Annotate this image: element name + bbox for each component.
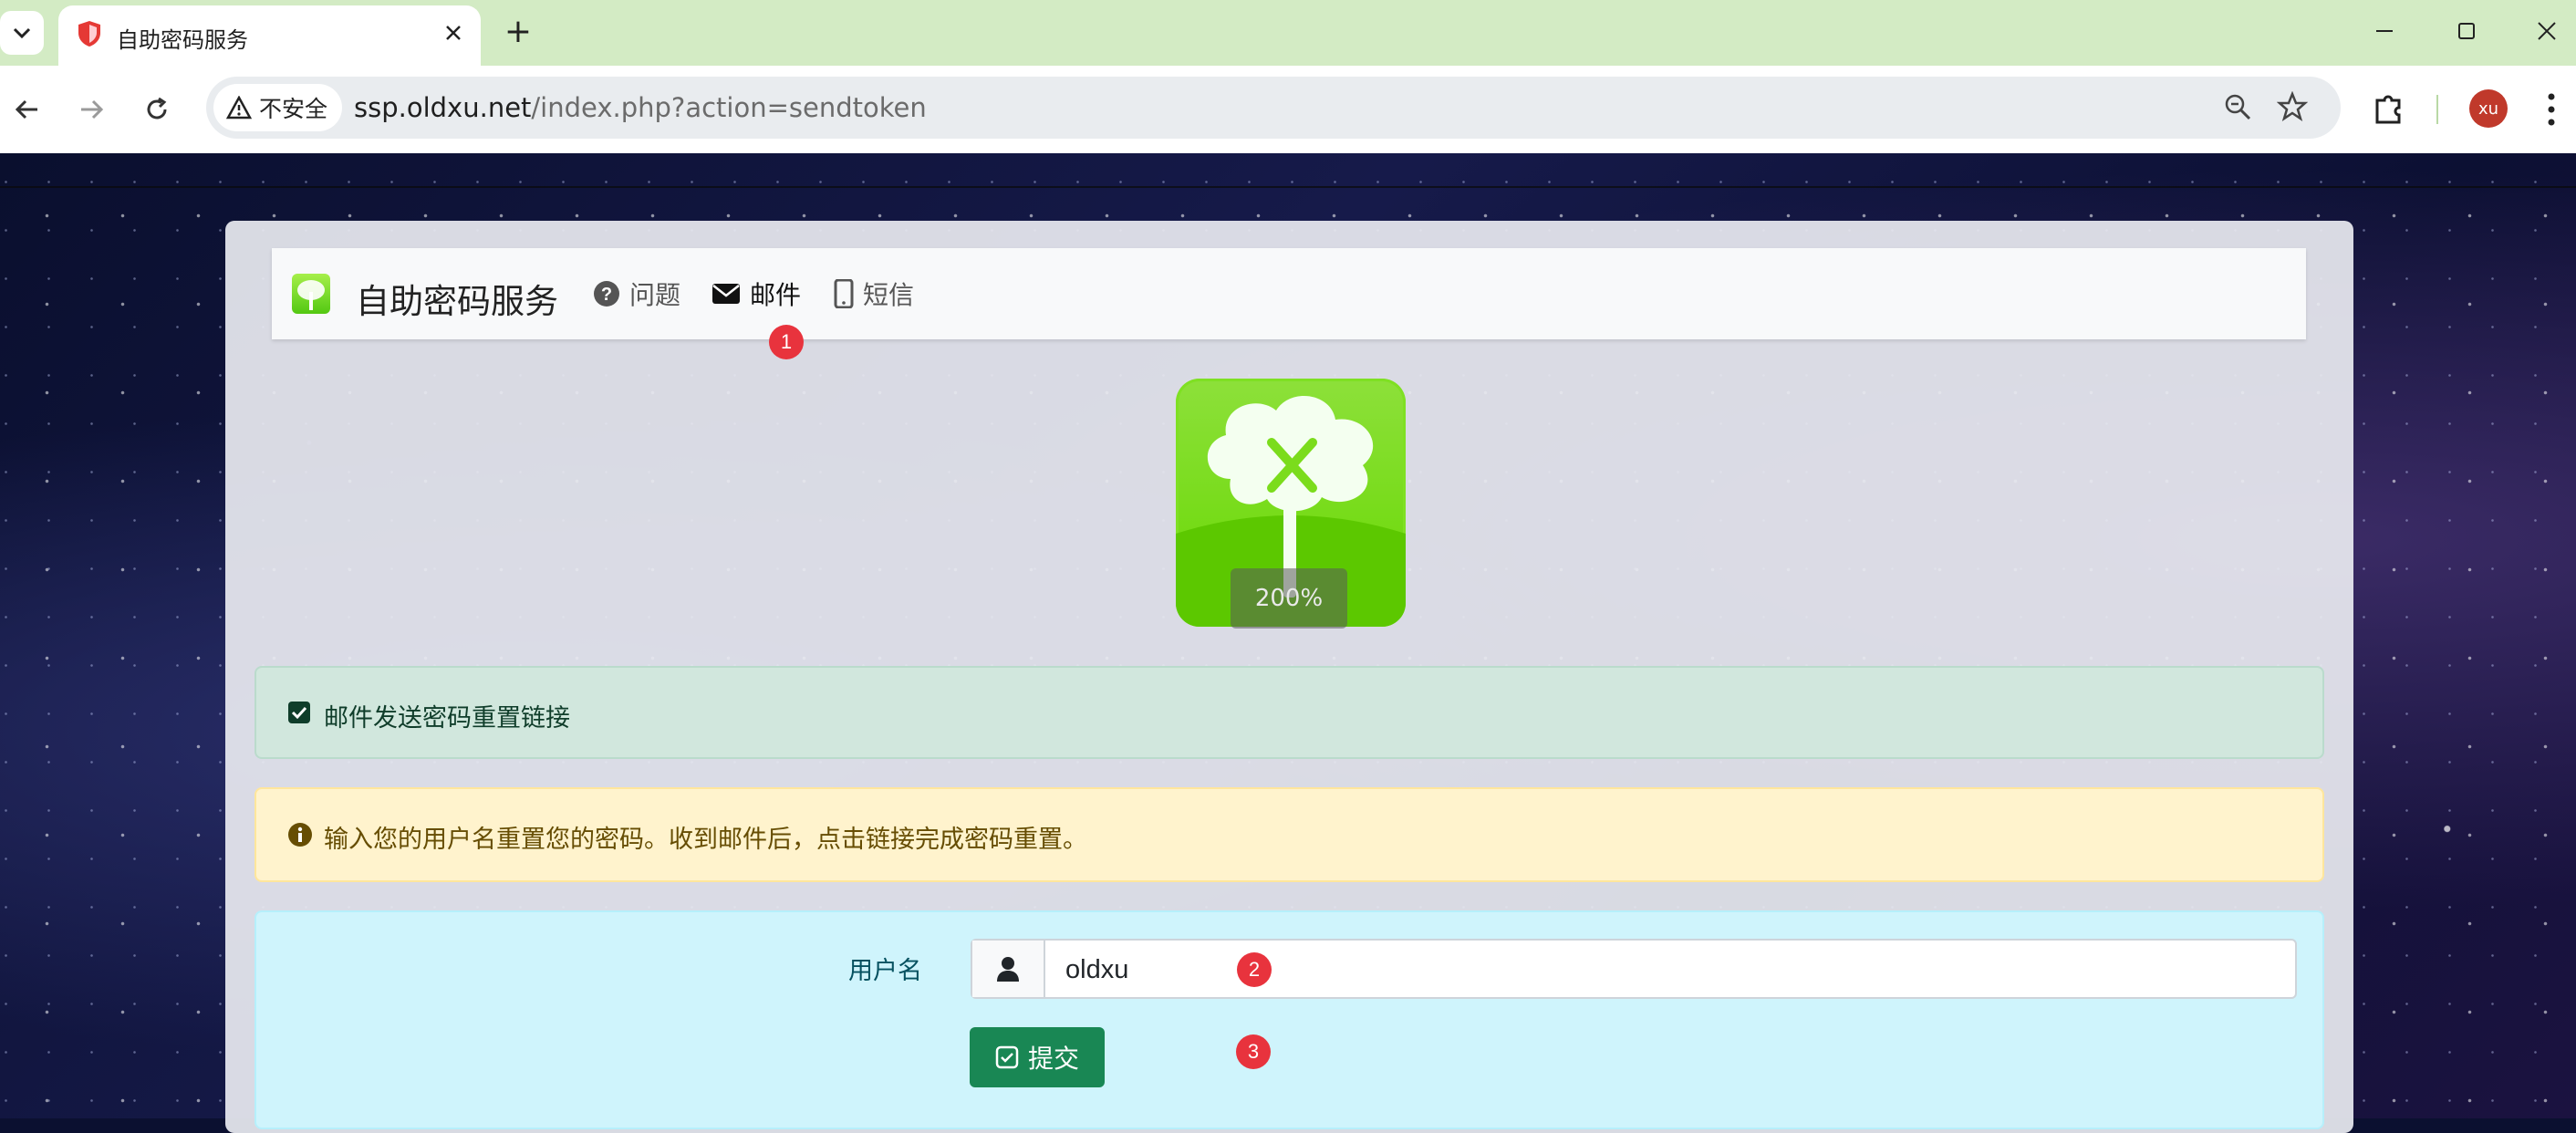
submit-button[interactable]: 提交 [970, 1027, 1105, 1087]
maximize-icon [2458, 23, 2475, 39]
browser-tab-strip: 自助密码服务 + [0, 0, 2576, 66]
puzzle-piece-icon [2375, 95, 2401, 124]
address-bar[interactable]: 不安全 ssp.oldxu.net/index.php?action=sendt… [206, 77, 2341, 139]
success-alert-text: 邮件发送密码重置链接 [324, 704, 570, 733]
zoom-magnifier-icon [2225, 94, 2251, 120]
nav-link-sms[interactable]: 短信 [834, 278, 915, 310]
envelope-icon [712, 283, 741, 305]
nav-link-questions[interactable]: ? 问题 [593, 278, 681, 310]
browser-tab[interactable]: 自助密码服务 [58, 5, 481, 66]
browser-menu-button[interactable] [2536, 88, 2567, 135]
chevron-down-icon [13, 27, 31, 39]
svg-text:?: ? [601, 285, 612, 305]
username-input[interactable] [1045, 941, 2308, 999]
zoom-button[interactable] [2222, 91, 2253, 126]
reload-button[interactable] [133, 86, 181, 133]
app-navbar: 自助密码服务 ? 问题 邮件 短信 [272, 248, 2306, 339]
reload-icon [147, 97, 167, 120]
more-vertical-icon [2548, 93, 2555, 126]
browser-toolbar: 不安全 ssp.oldxu.net/index.php?action=sendt… [0, 66, 2576, 155]
user-icon [972, 941, 1045, 997]
warning-triangle-icon [226, 96, 252, 120]
reset-form-panel: 用户名 提交 [254, 910, 2324, 1129]
success-alert: 邮件发送密码重置链接 [254, 666, 2324, 759]
zoom-level-indicator: 200% [1231, 568, 1347, 629]
info-alert: 输入您的用户名重置您的密码。收到邮件后，点击链接完成密码重置。 [254, 787, 2324, 882]
extensions-button[interactable] [2372, 91, 2406, 130]
info-alert-text: 输入您的用户名重置您的密码。收到邮件后，点击链接完成密码重置。 [324, 826, 1087, 854]
profile-avatar[interactable]: xu [2469, 89, 2508, 128]
back-button[interactable] [4, 86, 51, 133]
check-square-outline-icon [995, 1045, 1019, 1069]
new-tab-button[interactable]: + [500, 13, 536, 50]
username-input-group [971, 939, 2308, 999]
security-label: 不安全 [259, 96, 328, 122]
minimize-button[interactable] [2359, 9, 2410, 53]
tab-close-button[interactable] [437, 16, 470, 49]
url-host: ssp.oldxu.net [354, 92, 532, 123]
toolbar-divider [2436, 95, 2438, 124]
bookmark-button[interactable] [2276, 90, 2309, 126]
annotation-badge-3: 3 [1236, 1034, 1271, 1069]
nav-link-mail[interactable]: 邮件 [712, 278, 802, 310]
close-icon [446, 26, 461, 40]
brand-logo-icon[interactable] [292, 274, 330, 314]
page-divider-line [0, 186, 2576, 188]
maximize-button[interactable] [2441, 9, 2492, 53]
star-icon [2276, 90, 2309, 121]
arrow-left-icon [15, 99, 37, 120]
minimize-icon [2376, 30, 2393, 32]
check-square-icon [287, 701, 311, 728]
tab-search-button[interactable] [0, 11, 44, 55]
close-icon [2538, 22, 2556, 40]
forward-button[interactable] [68, 86, 115, 133]
arrow-right-icon [81, 99, 104, 120]
shield-favicon-icon [78, 21, 100, 47]
nav-link-label: 问题 [629, 280, 681, 310]
nav-link-label: 邮件 [750, 280, 802, 310]
url-text[interactable]: ssp.oldxu.net/index.php?action=sendtoken [354, 92, 927, 123]
info-circle-icon [287, 822, 313, 851]
annotation-badge-2: 2 [1237, 952, 1272, 987]
window-close-button[interactable] [2521, 9, 2572, 53]
question-circle-icon: ? [593, 280, 620, 307]
tab-title: 自助密码服务 [117, 27, 248, 53]
submit-button-label: 提交 [1027, 1044, 1079, 1074]
mobile-phone-icon [834, 279, 854, 308]
url-path: /index.php?action=sendtoken [531, 92, 927, 123]
security-chip[interactable]: 不安全 [213, 84, 343, 131]
nav-link-label: 短信 [863, 280, 915, 310]
annotation-badge-1: 1 [769, 325, 804, 359]
brand-name[interactable]: 自助密码服务 [356, 274, 558, 323]
username-label: 用户名 [848, 957, 922, 985]
